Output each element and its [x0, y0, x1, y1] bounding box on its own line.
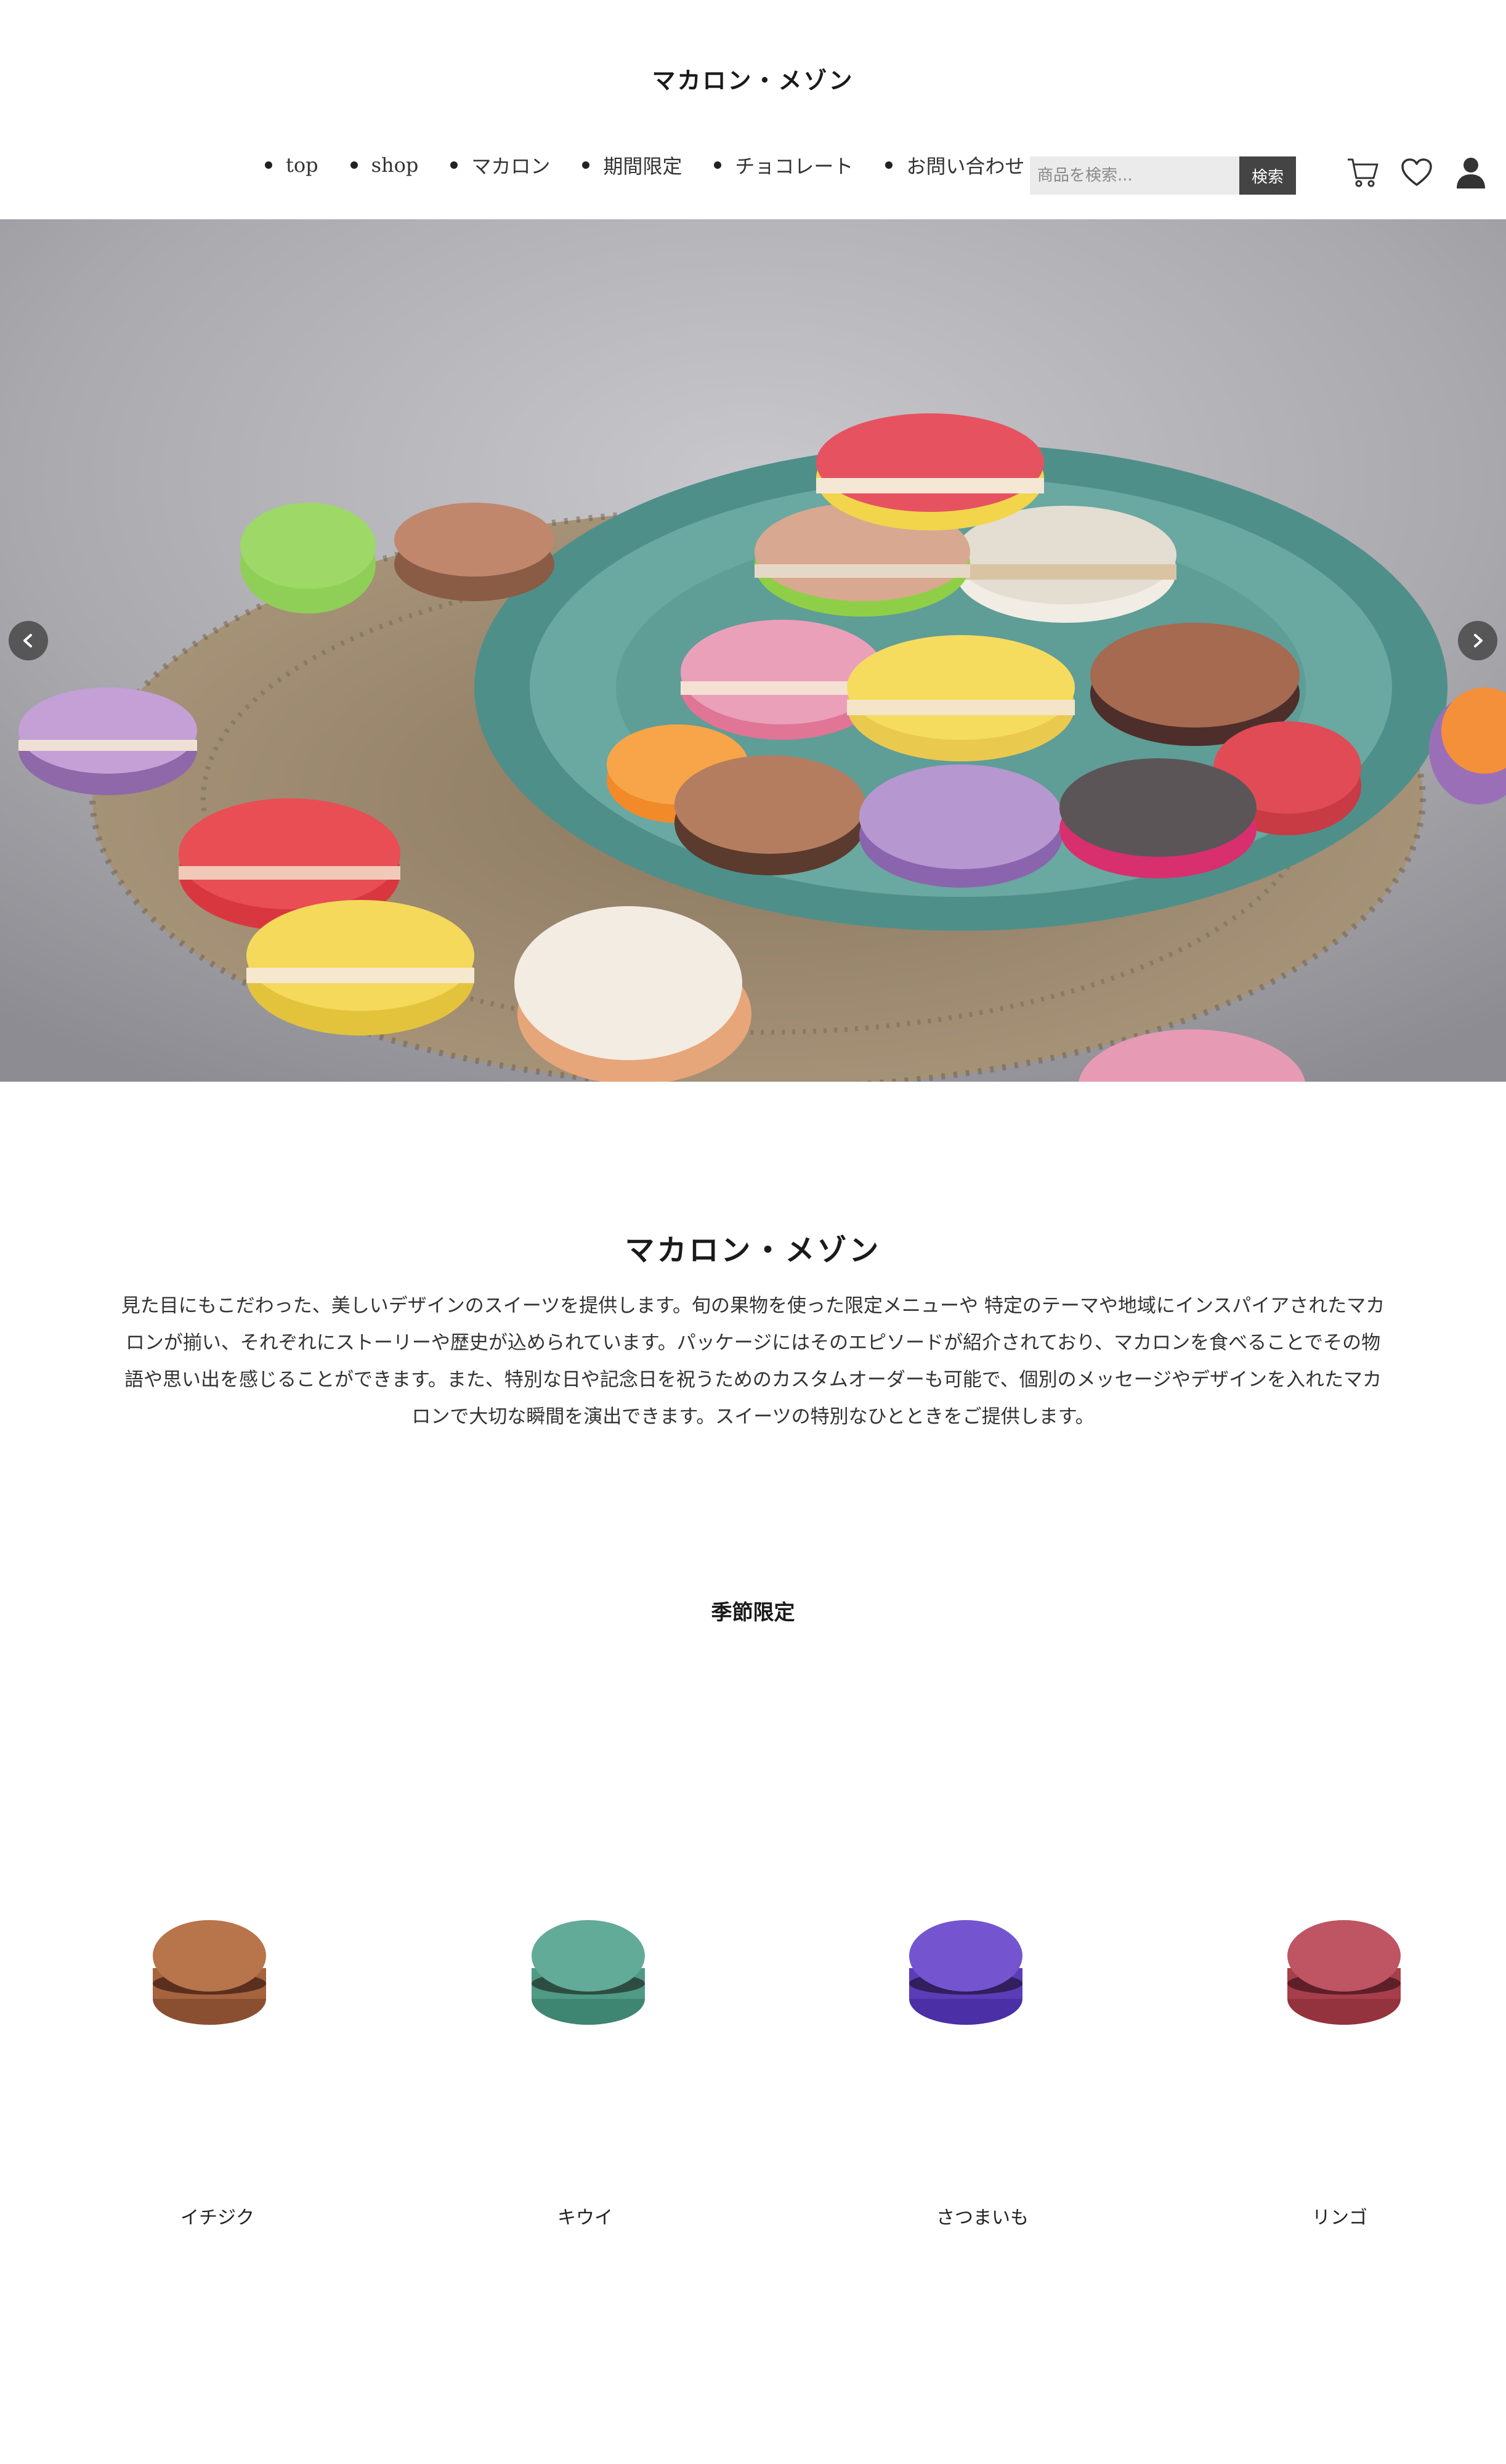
search-button[interactable]: 検索	[1239, 156, 1296, 195]
bullet-icon	[885, 161, 893, 169]
main-nav: top shop マカロン 期間限定 チョコレート お問い合わせ	[265, 151, 1056, 179]
chevron-right-icon	[1474, 634, 1483, 647]
bullet-icon	[265, 161, 272, 169]
nav-item-macaron[interactable]: マカロン	[450, 151, 550, 179]
seasonal-title: 季節限定	[711, 1600, 795, 1625]
heart-icon[interactable]	[1397, 153, 1436, 192]
product-name[interactable]: イチジク	[125, 2202, 310, 2229]
nav-label: shop	[371, 153, 419, 177]
bullet-icon	[714, 161, 722, 169]
nav-item-limited[interactable]: 期間限定	[582, 151, 682, 179]
hero-image	[0, 219, 1506, 1082]
nav-item-top[interactable]: top	[265, 153, 318, 177]
search-input[interactable]	[1030, 156, 1239, 195]
nav-label: チョコレート	[735, 155, 854, 178]
hero-carousel	[0, 219, 1506, 1082]
macaron-green-bg	[240, 503, 376, 614]
cart-icon[interactable]	[1343, 153, 1382, 192]
product-name[interactable]: さつまいも	[890, 2202, 1075, 2229]
product-image[interactable]	[898, 1910, 1034, 2035]
chevron-left-icon	[23, 634, 32, 647]
product-image[interactable]	[142, 1910, 277, 2035]
header-icons	[1343, 153, 1491, 192]
carousel-next-button[interactable]	[1458, 621, 1497, 660]
product-image[interactable]	[1276, 1910, 1412, 2035]
nav-label: top	[286, 153, 318, 177]
product-name[interactable]: キウイ	[493, 2202, 678, 2229]
nav-label: マカロン	[471, 155, 551, 178]
macaron-image	[532, 1920, 645, 2025]
product-name[interactable]: リンゴ	[1247, 2202, 1432, 2229]
user-icon[interactable]	[1451, 153, 1491, 192]
site-title[interactable]: マカロン・メゾン	[0, 62, 1506, 95]
nav-item-chocolate[interactable]: チョコレート	[714, 151, 853, 179]
nav-item-contact[interactable]: お問い合わせ	[885, 151, 1024, 179]
bullet-icon	[582, 161, 590, 169]
nav-label: お問い合わせ	[906, 155, 1025, 178]
macaron-image	[1287, 1920, 1401, 2025]
about-text: 見た目にもこだわった、美しいデザインのスイーツを提供します。旬の果物を使った限定…	[121, 1295, 1385, 1428]
bullet-icon	[450, 161, 458, 169]
product-image[interactable]	[520, 1910, 656, 2035]
macaron-image	[153, 1920, 266, 2025]
nav-item-shop[interactable]: shop	[350, 153, 419, 177]
search-form: 検索	[1030, 156, 1296, 195]
nav-label: 期間限定	[603, 155, 682, 178]
macaron-image	[909, 1920, 1022, 2025]
about-title: マカロン・メゾン	[625, 1233, 881, 1268]
bullet-icon	[350, 161, 358, 169]
carousel-prev-button[interactable]	[9, 621, 48, 660]
